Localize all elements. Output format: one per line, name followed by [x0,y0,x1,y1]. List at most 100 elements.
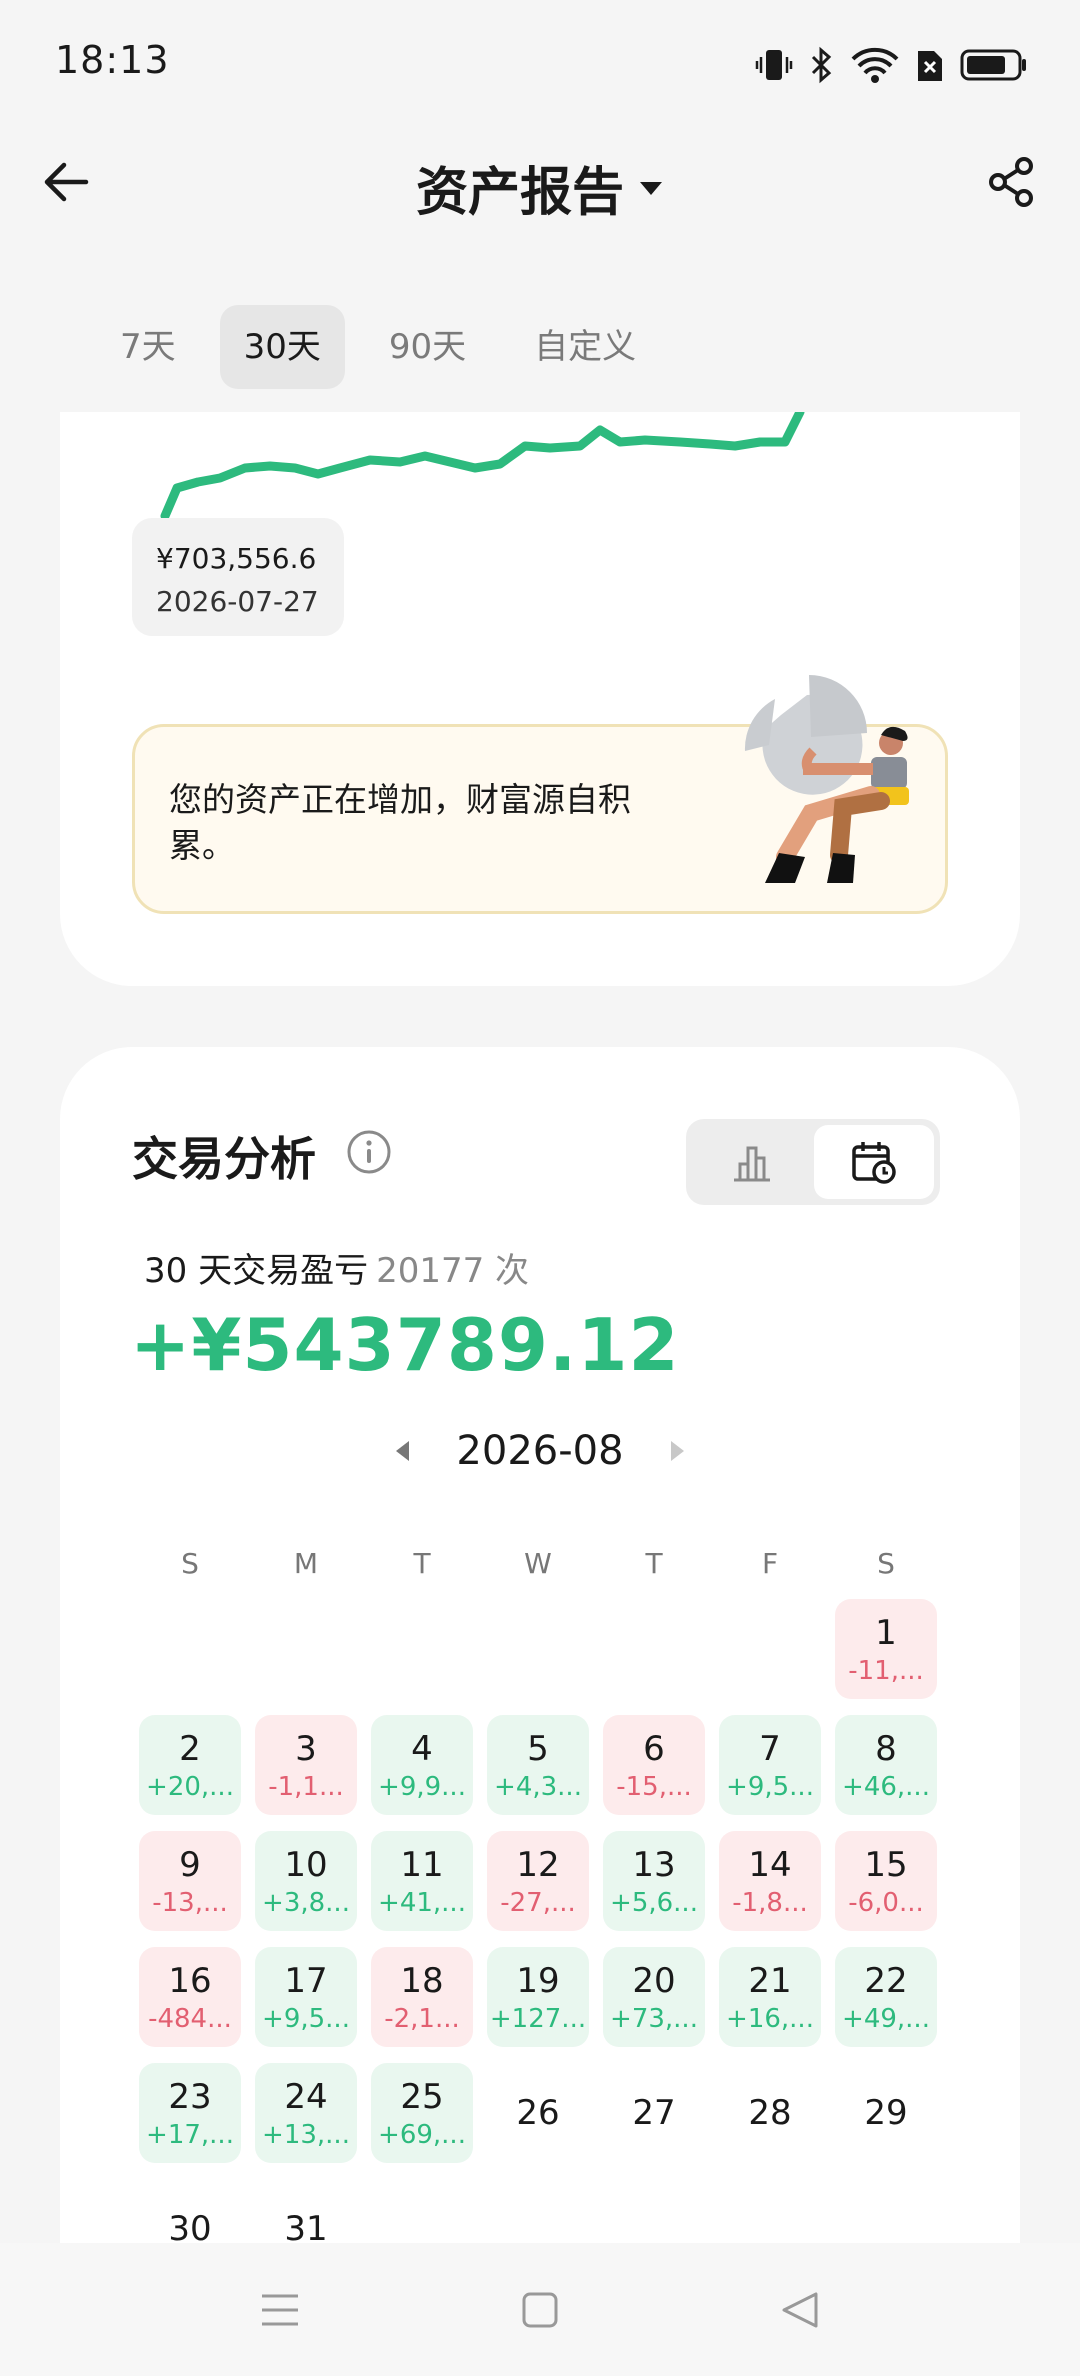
calendar-day-pnl: -1,1... [268,1772,344,1802]
calendar-day-pnl: +49,... [842,2004,930,2034]
calendar-day-number: 11 [400,1845,444,1885]
calendar-day-pnl: +16,... [726,2004,814,2034]
calendar-day-28[interactable]: 28 [719,2063,821,2163]
calendar-day-17[interactable]: 17 +9,5... [255,1947,357,2047]
bar-chart-view-button[interactable] [692,1125,812,1199]
asset-trend-card: ¥703,556.6 2026-07-27 您的资产正在增加，财富源自积累。 [60,412,1020,986]
summary-count: 20177 次 [376,1251,530,1291]
calendar-day-pnl: +41,... [378,1888,466,1918]
calendar-day-pnl: +3,8... [262,1888,350,1918]
period-tabs: 7天 30天 90天 自定义 [96,305,680,389]
menu-button[interactable] [250,2280,310,2340]
wifi-icon [850,45,900,85]
calendar-day-pnl: -13,... [152,1888,228,1918]
calendar-view-button[interactable] [814,1125,934,1199]
calendar-day-23[interactable]: 23 +17,... [139,2063,241,2163]
calendar-day-number: 23 [168,2077,212,2117]
calendar-day-number: 9 [179,1845,201,1885]
calendar-day-12[interactable]: 12 -27,... [487,1831,589,1931]
sim-off-icon [914,45,946,85]
calendar-day-1[interactable]: 1 -11,... [835,1599,937,1699]
next-month-button[interactable] [658,1431,698,1471]
calendar-day-15[interactable]: 15 -6,0... [835,1831,937,1931]
calendar-day-3[interactable]: 3 -1,1... [255,1715,357,1815]
calendar-day-29[interactable]: 29 [835,2063,937,2163]
calendar-day-pnl: +127... [489,2004,587,2034]
calendar-day-pnl: -1,8... [732,1888,808,1918]
weekday-fri: F [761,1547,779,1580]
calendar-day-24[interactable]: 24 +13,... [255,2063,357,2163]
calendar-day-19[interactable]: 19 +127... [487,1947,589,2047]
calendar-day-number: 4 [411,1729,433,1769]
chart-tooltip: ¥703,556.6 2026-07-27 [132,518,344,636]
calendar-day-number: 21 [748,1961,792,2001]
calendar-day-number: 10 [284,1845,328,1885]
calendar-day-21[interactable]: 21 +16,... [719,1947,821,2047]
calendar-day-25[interactable]: 25 +69,... [371,2063,473,2163]
asset-line-chart[interactable] [60,412,1020,532]
calendar-day-pnl: +9,9... [378,1772,466,1802]
title-dropdown[interactable]: 资产报告 [0,150,1080,225]
calendar-day-6[interactable]: 6 -15,... [603,1715,705,1815]
calendar-day-27[interactable]: 27 [603,2063,705,2163]
calendar-day-number: 26 [516,2093,560,2133]
calendar-day-number: 18 [400,1961,444,2001]
calendar-day-26[interactable]: 26 [487,2063,589,2163]
trade-analysis-card: 交易分析 30 天交易盈亏 20177 次 +¥543789.12 2026-08… [60,1047,1020,2247]
tab-30d[interactable]: 30天 [219,305,345,389]
calendar-day-30[interactable]: 30 [139,2179,241,2247]
tooltip-date: 2026-07-27 [156,585,319,618]
page-title: 资产报告 [415,163,624,223]
share-icon [989,157,1033,207]
calendar-day-pnl: +5,6... [610,1888,698,1918]
tab-7d[interactable]: 7天 [96,305,200,389]
calendar-day-number: 3 [295,1729,317,1769]
calendar-day-number: 13 [632,1845,676,1885]
calendar-day-20[interactable]: 20 +73,... [603,1947,705,2047]
tab-custom[interactable]: 自定义 [510,305,660,389]
calendar-day-10[interactable]: 10 +3,8... [255,1831,357,1931]
calendar-day-4[interactable]: 4 +9,9... [371,1715,473,1815]
back-triangle-icon [782,2292,818,2327]
calendar-day-number: 12 [516,1845,560,1885]
calendar-day-14[interactable]: 14 -1,8... [719,1831,821,1931]
calendar-day-number: 16 [168,1961,212,2001]
home-button[interactable] [510,2280,570,2340]
battery-icon [960,45,1028,85]
calendar-day-number: 14 [748,1845,792,1885]
calendar-day-number: 1 [875,1613,897,1653]
calendar-day-number: 31 [284,2209,328,2247]
calendar-day-13[interactable]: 13 +5,6... [603,1831,705,1931]
calendar-day-pnl: +4,3... [494,1772,582,1802]
tip-text: 您的资产正在增加，财富源自积累。 [169,780,631,865]
calendar-icon [852,1142,896,1184]
weekday-sun: S [181,1547,199,1580]
share-button[interactable] [982,152,1042,212]
calendar-day-18[interactable]: 18 -2,1... [371,1947,473,2047]
prev-month-button[interactable] [382,1431,422,1471]
calendar-day-22[interactable]: 22 +49,... [835,1947,937,2047]
calendar-day-16[interactable]: 16 -484... [139,1947,241,2047]
calendar-day-number: 30 [168,2209,212,2247]
calendar-day-pnl: +20,... [146,1772,234,1802]
calendar-day-number: 7 [759,1729,781,1769]
tooltip-value: ¥703,556.6 [156,542,317,575]
calendar-day-11[interactable]: 11 +41,... [371,1831,473,1931]
calendar-day-8[interactable]: 8 +46,... [835,1715,937,1815]
calendar-day-pnl: +17,... [146,2120,234,2150]
system-back-button[interactable] [770,2280,830,2340]
calendar-day-2[interactable]: 2 +20,... [139,1715,241,1815]
tab-90d[interactable]: 90天 [365,305,490,389]
calendar-day-number: 17 [284,1961,328,2001]
calendar-day-number: 27 [632,2093,676,2133]
weekday-sat: S [877,1547,895,1580]
asset-line-series [160,412,805,521]
calendar-day-31[interactable]: 31 [255,2179,357,2247]
calendar-day-pnl: +9,5... [262,2004,350,2034]
calendar-day-number: 6 [643,1729,665,1769]
calendar-day-pnl: +46,... [842,1772,930,1802]
info-button[interactable] [346,1129,392,1175]
calendar-day-7[interactable]: 7 +9,5... [719,1715,821,1815]
calendar-day-9[interactable]: 9 -13,... [139,1831,241,1931]
calendar-day-5[interactable]: 5 +4,3... [487,1715,589,1815]
